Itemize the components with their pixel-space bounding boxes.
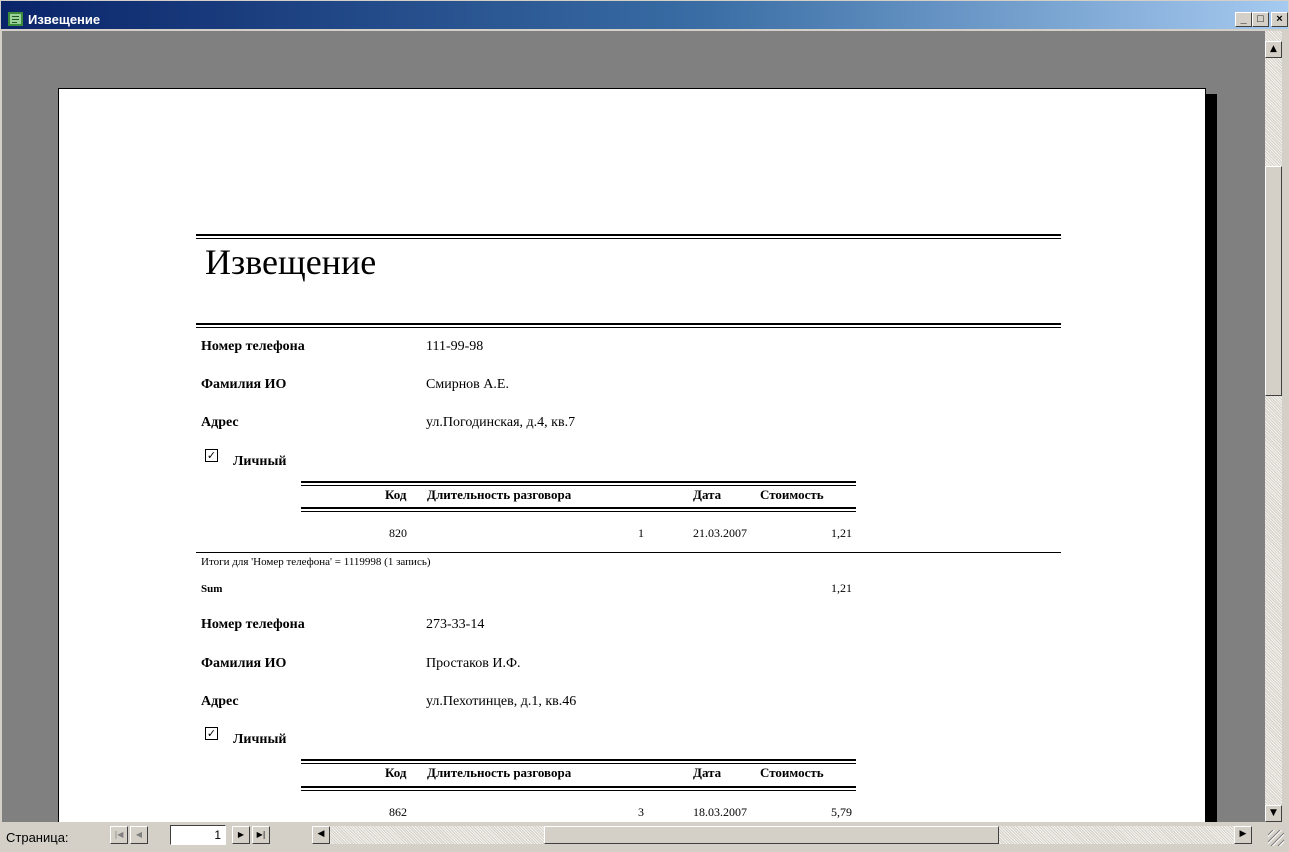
row-cost: 5,79 <box>831 805 852 819</box>
row-date: 21.03.2007 <box>693 526 747 540</box>
scroll-down-icon[interactable]: ▼ <box>1265 805 1282 822</box>
print-preview-area: Извещение Номер телефона 111-99-98 Фамил… <box>2 31 1265 822</box>
name-label: Фамилия ИО <box>201 656 287 671</box>
col-header-cost: Стоимость <box>760 765 824 780</box>
row-cost: 1,21 <box>831 526 852 540</box>
col-header-duration: Длительность разговора <box>427 487 572 502</box>
horizontal-scroll-thumb[interactable] <box>544 826 999 844</box>
table-header-top-rule <box>301 481 856 486</box>
table-header-top-rule <box>301 759 856 764</box>
col-header-date: Дата <box>693 487 722 502</box>
scroll-right-icon[interactable]: ▶ <box>1234 826 1252 844</box>
address-value: ул.Пехотинцев, д.1, кв.46 <box>426 694 577 709</box>
phone-label: Номер телефона <box>201 339 305 354</box>
table-header-bottom-rule <box>301 507 856 512</box>
name-value: Смирнов А.Е. <box>426 377 509 392</box>
resize-grip-icon[interactable] <box>1268 830 1284 846</box>
personal-label: Личный <box>233 732 287 747</box>
sum-value: 1,21 <box>831 581 852 595</box>
vertical-scroll-thumb[interactable] <box>1265 166 1282 396</box>
address-value: ул.Погодинская, д.4, кв.7 <box>426 415 576 430</box>
col-header-duration: Длительность разговора <box>427 765 572 780</box>
last-page-icon[interactable]: ▶| <box>252 826 270 844</box>
phone-value: 273-33-14 <box>426 617 485 632</box>
row-code: 862 <box>389 805 407 819</box>
col-header-code: Код <box>385 487 407 502</box>
phone-label: Номер телефона <box>201 617 305 632</box>
horizontal-scrollbar[interactable]: ◀ ▶ <box>312 826 1252 844</box>
minimize-button[interactable]: _ <box>1235 12 1252 27</box>
first-page-icon[interactable]: |◀ <box>110 826 128 844</box>
phone-value: 111-99-98 <box>426 339 484 354</box>
report-title: Извещение <box>205 242 377 282</box>
table-header-bottom-rule <box>301 786 856 791</box>
scroll-left-icon[interactable]: ◀ <box>312 826 330 844</box>
report-icon <box>8 12 23 26</box>
title-bar: Извещение _ □ × <box>0 0 1289 30</box>
next-page-icon[interactable]: ▶ <box>232 826 250 844</box>
personal-label: Личный <box>233 454 287 469</box>
close-button[interactable]: × <box>1271 12 1288 27</box>
row-date: 18.03.2007 <box>693 805 747 819</box>
row-duration: 1 <box>638 526 644 540</box>
address-label: Адрес <box>201 694 239 709</box>
col-header-code: Код <box>385 765 407 780</box>
maximize-button[interactable]: □ <box>1252 12 1269 27</box>
sum-label: Sum <box>201 583 223 595</box>
personal-checkbox-icon: ✓ <box>205 727 218 740</box>
scroll-up-icon[interactable]: ▲ <box>1265 41 1282 58</box>
title-top-rule <box>196 234 1061 239</box>
row-code: 820 <box>389 526 407 540</box>
title-bottom-rule <box>196 323 1061 328</box>
group-divider <box>196 552 1061 553</box>
previous-page-icon[interactable]: ◀ <box>130 826 148 844</box>
personal-checkbox-icon: ✓ <box>205 449 218 462</box>
col-header-date: Дата <box>693 765 722 780</box>
name-value: Простаков И.Ф. <box>426 656 521 671</box>
page-number-input[interactable]: 1 <box>170 825 226 845</box>
name-label: Фамилия ИО <box>201 377 287 392</box>
row-duration: 3 <box>638 805 644 819</box>
page-label: Страница: <box>6 830 69 845</box>
group-summary: Итоги для 'Номер телефона' = 1119998 (1 … <box>201 556 431 568</box>
col-header-cost: Стоимость <box>760 487 824 502</box>
report-page: Извещение Номер телефона 111-99-98 Фамил… <box>58 88 1206 822</box>
navigation-bar: Страница: |◀ ◀ 1 ▶ ▶| ◀ ▶ <box>0 822 1289 852</box>
window-title: Извещение <box>28 12 101 27</box>
address-label: Адрес <box>201 415 239 430</box>
vertical-scrollbar[interactable]: ▲ ▼ <box>1265 31 1282 822</box>
